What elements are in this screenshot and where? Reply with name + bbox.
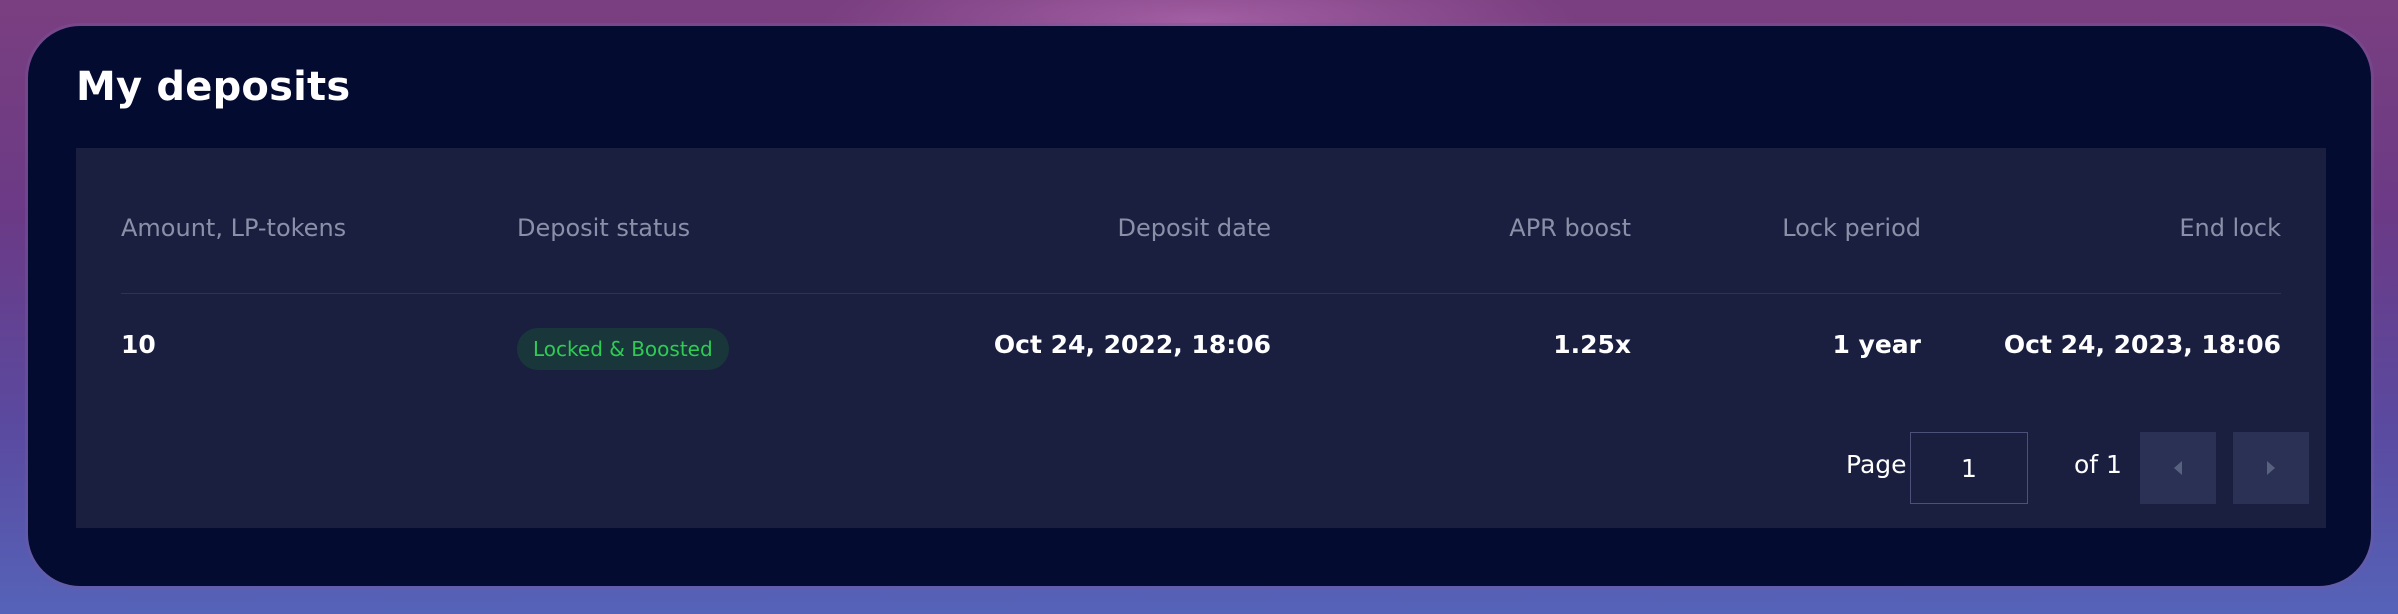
deposits-table: Amount, LP-tokens Deposit status Deposit…: [76, 148, 2326, 528]
cell-apr-boost: 1.25x: [1553, 330, 1631, 359]
deposits-card: My deposits Amount, LP-tokens Deposit st…: [28, 26, 2371, 586]
cell-lock-period: 1 year: [1832, 330, 1921, 359]
chevron-right-icon: [2267, 461, 2275, 475]
page-label: Page: [1846, 450, 1907, 479]
page-title: My deposits: [76, 64, 351, 110]
page-count-label: of 1: [2074, 450, 2122, 479]
cell-amount: 10: [121, 330, 156, 359]
header-end-lock: End lock: [2179, 214, 2281, 242]
chevron-left-icon: [2174, 461, 2182, 475]
header-apr-boost: APR boost: [1509, 214, 1631, 242]
prev-page-button[interactable]: [2140, 432, 2216, 504]
header-amount: Amount, LP-tokens: [121, 214, 347, 242]
next-page-button[interactable]: [2233, 432, 2309, 504]
header-divider: [121, 293, 2281, 294]
header-deposit-date: Deposit date: [1117, 214, 1272, 242]
header-lock-period: Lock period: [1782, 214, 1921, 242]
status-badge: Locked & Boosted: [517, 328, 729, 370]
cell-end-lock: Oct 24, 2023, 18:06: [2003, 330, 2281, 359]
page-number-input[interactable]: [1910, 432, 2028, 504]
header-deposit-status: Deposit status: [517, 214, 691, 242]
cell-deposit-date: Oct 24, 2022, 18:06: [993, 330, 1271, 359]
